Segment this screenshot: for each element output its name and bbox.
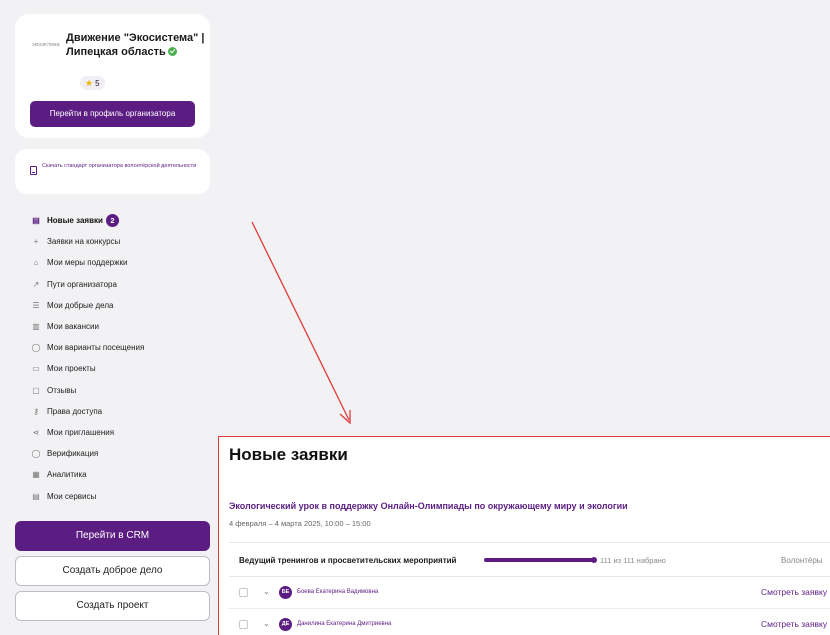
organizer-logo: экосистема [32,42,60,48]
count-badge: 2 [105,214,119,228]
table-row: ⌄ ДЕ Данилина Екатерина Дмитриевна Смотр… [229,609,830,635]
event-date: 4 февраля – 4 марта 2025, 10:00 – 15:00 [229,519,371,528]
reviews-icon: ▢ [32,385,40,395]
new-requests-panel: Новые заявки Экологический урок в поддер… [218,436,830,635]
chevron-down-icon[interactable]: ⌄ [263,587,270,596]
requests-table: Ведущий тренингов и просветительских мер… [229,542,830,635]
services-icon: ▤ [32,491,40,501]
create-good-deed-button[interactable]: Создать доброе дело [15,556,210,586]
sidebar-nav: ▤ Новые заявки 2 + Заявки на конкурсы ⌂ … [31,210,144,507]
sidebar-item-projects[interactable]: ▭ Мои проекты [31,358,144,379]
applicant-name[interactable]: Данилина Екатерина Дмитриевна [297,621,391,627]
verified-icon [167,47,177,56]
list-icon: ☰ [32,300,40,310]
sidebar-item-new-requests[interactable]: ▤ Новые заявки 2 [31,210,144,231]
page-title: Новые заявки [229,445,348,464]
key-icon: ⚷ [33,406,39,416]
document-icon [30,166,37,175]
table-row: ⌄ БЕ Боева Екатерина Вадимовна Смотреть … [229,577,830,609]
star-icon: ★ [85,78,94,88]
go-to-crm-button[interactable]: Перейти в CRM [15,521,210,551]
rating-badge: ★ 5 [80,76,105,90]
visit-icon: ◯ [31,343,41,353]
create-project-button[interactable]: Создать проект [15,591,210,621]
sidebar-item-organizer-paths[interactable]: ↗ Пути организатора [31,274,144,295]
event-title-link[interactable]: Экологический урок в поддержку Онлайн-Ол… [229,501,628,511]
sidebar-item-invitations[interactable]: ⋖ Мои приглашения [31,422,144,443]
sidebar-item-visit-options[interactable]: ◯ Мои варианты посещения [31,337,145,358]
vacancy-icon: ▥ [32,322,40,332]
verify-icon: ◯ [31,449,41,459]
recruitment-count: 111 из 111 набрано [600,556,666,565]
requests-icon: ▤ [32,216,40,226]
row-checkbox[interactable] [239,588,248,597]
sidebar-item-reviews[interactable]: ▢ Отзывы [31,380,144,401]
sidebar-item-verification[interactable]: ◯ Верификация [31,443,144,464]
share-icon: ⋖ [32,427,40,437]
organizer-card: экосистема Движение "Экосистема" | Липец… [15,14,210,138]
recruitment-progress-bar [484,557,597,563]
role-header-row: Ведущий тренингов и просветительских мер… [229,542,830,577]
role-title: Ведущий тренингов и просветительских мер… [239,556,457,565]
avatar: ДЕ [279,618,292,631]
sidebar-item-services[interactable]: ▤ Мои сервисы [31,485,144,506]
volunteers-column-header: Волонтёры [781,556,823,565]
go-to-profile-button[interactable]: Перейти в профиль организатора [30,101,195,127]
sidebar-item-access-rights[interactable]: ⚷ Права доступа [31,401,144,422]
projects-icon: ▭ [32,364,40,374]
row-checkbox[interactable] [239,620,248,629]
sidebar-item-vacancies[interactable]: ▥ Мои вакансии [31,316,144,337]
organizer-name: Движение "Экосистема" | Липецкая область [66,32,205,58]
download-standard-link[interactable]: Скачать стандарт организатора волонтёрск… [42,162,202,170]
sidebar-item-contest-requests[interactable]: + Заявки на конкурсы [31,231,144,252]
path-icon: ↗ [32,279,40,289]
chevron-down-icon[interactable]: ⌄ [263,619,270,628]
sidebar-item-good-deeds[interactable]: ☰ Мои добрые дела [31,295,144,316]
plus-icon: + [33,237,39,247]
view-request-link[interactable]: Смотреть заявку [761,587,827,597]
applicant-name[interactable]: Боева Екатерина Вадимовна [297,589,378,595]
view-request-link[interactable]: Смотреть заявку [761,619,827,629]
analytics-icon: ▦ [32,470,40,480]
support-icon: ⌂ [33,258,39,268]
sidebar-item-support-measures[interactable]: ⌂ Мои меры поддержки [31,252,144,273]
avatar: БЕ [279,586,292,599]
download-standard-card[interactable]: Скачать стандарт организатора волонтёрск… [15,149,210,194]
sidebar-item-analytics[interactable]: ▦ Аналитика [31,464,144,485]
